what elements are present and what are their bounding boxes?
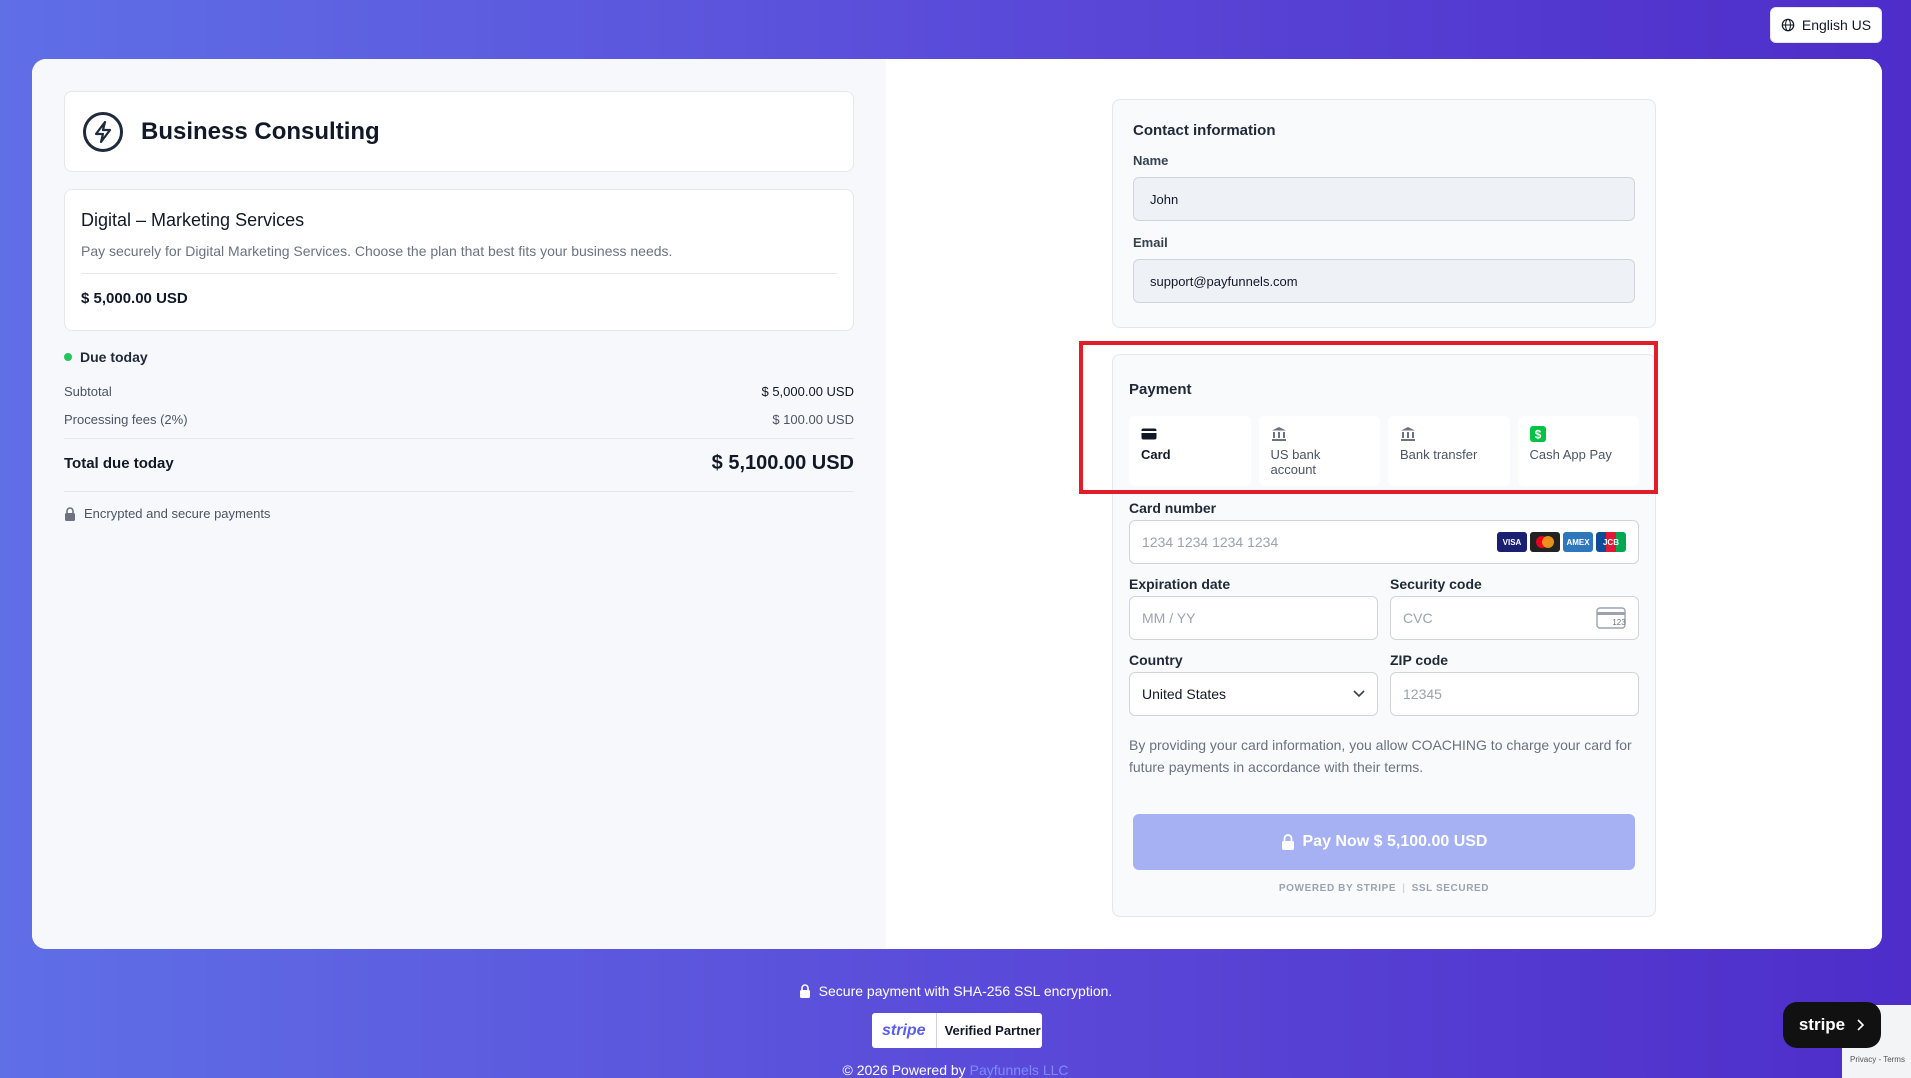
- fees-row: Processing fees (2%) $ 100.00 USD: [64, 412, 854, 439]
- card-number-label: Card number: [1129, 500, 1217, 516]
- copyright-text: © 2026 Powered by: [842, 1062, 966, 1078]
- pay-now-label: Pay Now $ 5,100.00 USD: [1302, 833, 1488, 850]
- email-field[interactable]: support@payfunnels.com: [1133, 259, 1635, 303]
- cvc-placeholder: CVC: [1403, 610, 1433, 626]
- subtotal-label: Subtotal: [64, 384, 112, 399]
- jcb-icon: JCB: [1596, 532, 1626, 552]
- cvc-field[interactable]: CVC 123: [1390, 596, 1639, 640]
- footer-secure-text: Secure payment with SHA-256 SSL encrypti…: [818, 983, 1113, 999]
- status-dot: [64, 353, 72, 361]
- country-value: United States: [1142, 686, 1227, 702]
- secure-note-text: Encrypted and secure payments: [84, 506, 271, 521]
- ssl-secured: SSL SECURED: [1411, 883, 1490, 894]
- subtotal-row: Subtotal $ 5,000.00 USD: [64, 384, 854, 399]
- card-number-placeholder: 1234 1234 1234 1234: [1142, 534, 1279, 550]
- lock-icon: [1281, 834, 1294, 850]
- country-zip-row: Country United States ZIP code 12345: [1129, 652, 1639, 716]
- secure-note: Encrypted and secure payments: [64, 506, 854, 521]
- contact-section: Contact information Name John Email supp…: [1112, 99, 1656, 328]
- highlight-box: [1079, 341, 1658, 494]
- stripe-badge-label: stripe: [1798, 1015, 1846, 1034]
- stripe-verified-partner-badge: stripe Verified Partner: [872, 1013, 1042, 1048]
- amex-icon: AMEX: [1563, 532, 1593, 552]
- name-field[interactable]: John: [1133, 177, 1635, 221]
- product-title: Digital – Marketing Services: [81, 210, 305, 230]
- visa-icon: VISA: [1497, 532, 1527, 552]
- fees-label: Processing fees (2%): [64, 412, 188, 427]
- expiry-field[interactable]: MM / YY: [1129, 596, 1378, 640]
- brand-header: Business Consulting: [64, 91, 854, 172]
- zip-field[interactable]: 12345: [1390, 672, 1639, 716]
- lightning-icon: [83, 111, 123, 152]
- expiry-label: Expiration date: [1129, 576, 1231, 592]
- product-description: Pay securely for Digital Marketing Servi…: [81, 243, 837, 274]
- card-number-field[interactable]: 1234 1234 1234 1234 VISA AMEX JCB: [1129, 520, 1639, 564]
- footer-secure: Secure payment with SHA-256 SSL encrypti…: [0, 983, 1911, 999]
- due-today-heading: Due today: [64, 349, 854, 365]
- name-label: Name: [1133, 153, 1169, 168]
- cvc-label: Security code: [1390, 576, 1482, 592]
- product-price: $ 5,000.00 USD: [81, 290, 188, 307]
- email-label: Email: [1133, 235, 1168, 250]
- lock-icon: [799, 984, 810, 998]
- consent-text: By providing your card information, you …: [1129, 737, 1632, 775]
- total-value: $ 5,100.00 USD: [711, 452, 854, 474]
- contact-title: Contact information: [1133, 122, 1276, 139]
- language-selector[interactable]: English US: [1770, 7, 1882, 43]
- mastercard-icon: [1530, 532, 1560, 552]
- stripe-badge[interactable]: stripe: [1783, 1002, 1881, 1048]
- brand-title: Business Consulting: [141, 117, 380, 145]
- svg-text:123: 123: [1612, 618, 1626, 627]
- cvc-card-icon: 123: [1596, 607, 1626, 629]
- card-brands: VISA AMEX JCB: [1497, 532, 1626, 552]
- country-select[interactable]: United States: [1129, 672, 1378, 716]
- fees-value: $ 100.00 USD: [772, 412, 854, 427]
- language-label: English US: [1801, 17, 1872, 33]
- footer-copyright: © 2026 Powered by Payfunnels LLC: [0, 1062, 1911, 1078]
- total-row: Total due today $ 5,100.00 USD: [64, 439, 854, 492]
- verified-partner-label: Verified Partner: [944, 1023, 1041, 1038]
- country-label: Country: [1129, 652, 1183, 668]
- globe-icon: [1781, 18, 1795, 32]
- subtotal-value: $ 5,000.00 USD: [761, 384, 854, 399]
- zip-label: ZIP code: [1390, 652, 1449, 668]
- powered-by-stripe: POWERED BY STRIPE: [1278, 883, 1397, 894]
- pay-now-button[interactable]: Pay Now $ 5,100.00 USD: [1133, 814, 1635, 870]
- payfunnels-link[interactable]: Payfunnels LLC: [970, 1062, 1069, 1078]
- product-card: Digital – Marketing Services Pay securel…: [64, 189, 854, 331]
- total-label: Total due today: [64, 455, 174, 472]
- expiry-cvc-row: Expiration date MM / YY Security code CV…: [1129, 576, 1639, 640]
- powered-by: POWERED BY STRIPE | SSL SECURED: [1278, 883, 1490, 894]
- chevron-right-icon: [1857, 1019, 1865, 1031]
- due-today-label: Due today: [80, 349, 148, 365]
- chevron-down-icon: [1353, 690, 1365, 698]
- lock-icon: [65, 506, 75, 521]
- stripe-logo: stripe: [872, 1013, 937, 1048]
- recaptcha-links[interactable]: Privacy - Terms: [1850, 1055, 1905, 1064]
- order-summary-panel: Business Consulting Digital – Marketing …: [32, 59, 886, 949]
